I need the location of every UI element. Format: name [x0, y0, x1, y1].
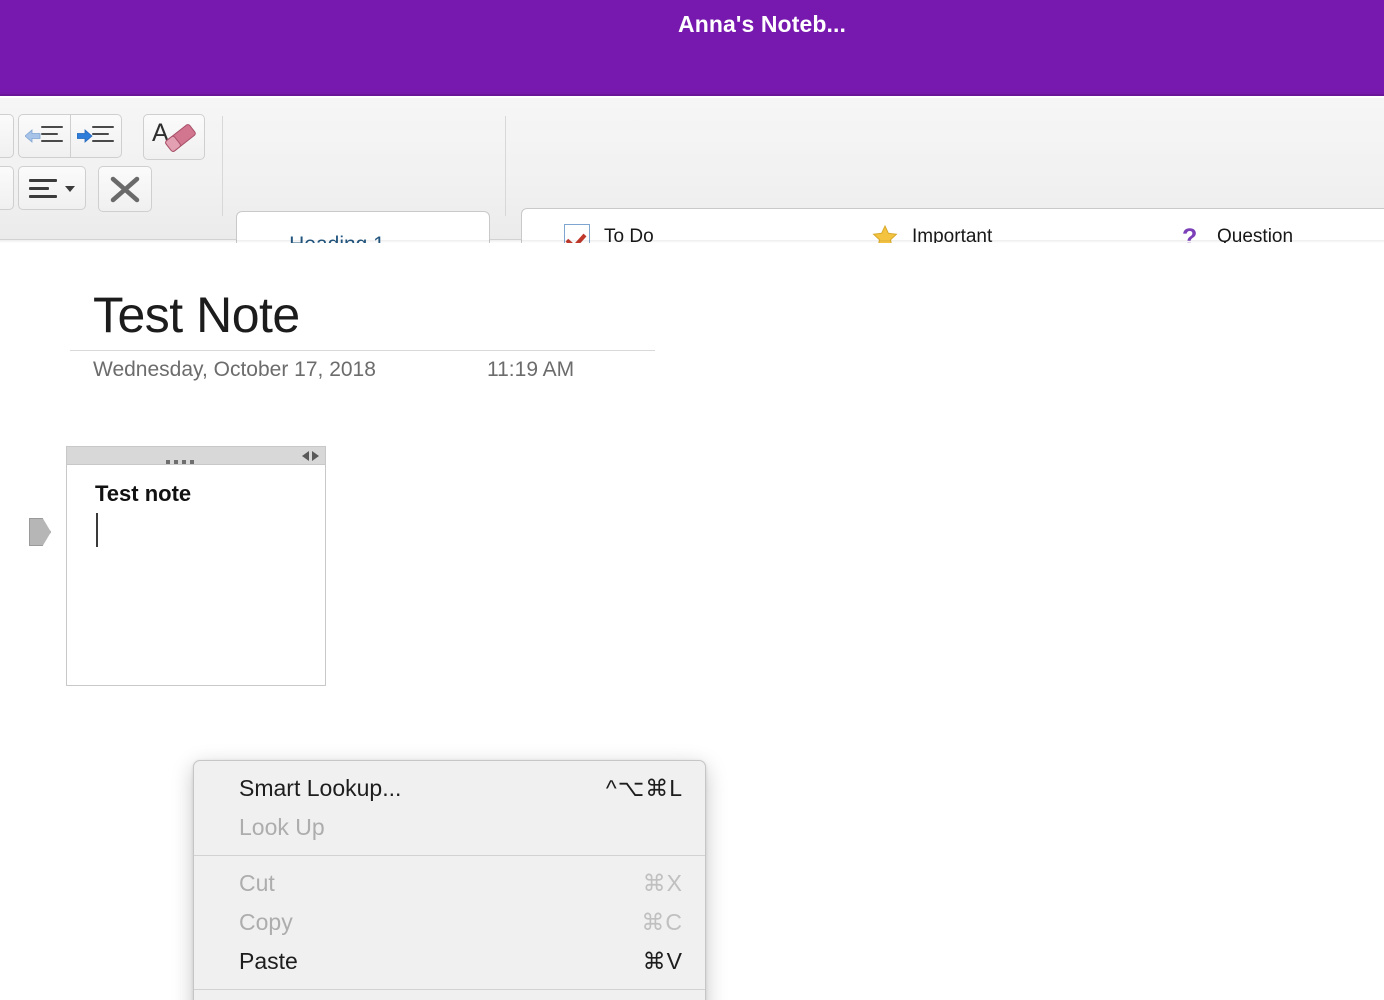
decrease-indent-button[interactable] [18, 114, 70, 158]
context-menu-item[interactable]: Smart Lookup... ^⌥⌘L [194, 769, 705, 808]
clear-formatting-button[interactable]: A [143, 114, 205, 160]
context-menu-item: Look Up [194, 808, 705, 847]
context-menu-item-label: Smart Lookup... [239, 775, 402, 801]
drag-dots-icon [67, 453, 293, 471]
increase-indent-button[interactable] [70, 114, 122, 158]
context-menu-body: Smart Lookup... ^⌥⌘L Look Up Cut ⌘X Copy ⌘C Pas… [194, 769, 705, 1000]
context-menu-separator [194, 855, 705, 856]
indent-lines-glyph [41, 126, 63, 147]
onenote-window: Anna's Noteb... A To Do Important ? Ques… [0, 0, 1384, 1000]
context-menu-item-label: Copy [239, 909, 293, 935]
arrow-left-icon [302, 451, 309, 461]
context-menu-item[interactable]: Paste ⌘V [194, 942, 705, 981]
indent-lines-glyph [92, 126, 114, 147]
title-divider [70, 350, 655, 351]
ribbon-separator-2 [505, 116, 506, 216]
text-cursor [96, 513, 98, 547]
page-title[interactable]: Test Note [93, 286, 300, 344]
context-menu-item-shortcut: ^⌥⌘L [605, 775, 683, 801]
note-body-text[interactable]: Test note [95, 481, 191, 507]
context-menu-item-shortcut: ⌘X [642, 870, 683, 896]
title-bar: Anna's Noteb... [0, 0, 1384, 96]
page-time[interactable]: 11:19 AM [487, 358, 574, 382]
context-menu[interactable]: Smart Lookup... ^⌥⌘L Look Up Cut ⌘X Copy ⌘C Pas… [193, 760, 706, 1000]
remove-formatting-button[interactable] [98, 166, 152, 212]
decrease-indent-icon [25, 129, 41, 143]
notebook-title: Anna's Noteb... [678, 11, 846, 37]
page-canvas[interactable]: Test Note Wednesday, October 17, 2018 11… [0, 243, 1384, 1000]
context-menu-separator [194, 989, 705, 990]
paragraph-alignment-button[interactable] [18, 166, 86, 210]
align-left-icon [29, 179, 57, 203]
ribbon-edge-button-bottom[interactable] [0, 166, 14, 210]
left-right-arrows-icon[interactable] [302, 451, 319, 461]
context-menu-item-label: Look Up [239, 814, 325, 840]
note-move-handle[interactable] [67, 447, 325, 465]
page-date[interactable]: Wednesday, October 17, 2018 [93, 358, 376, 382]
increase-indent-icon [77, 129, 93, 143]
x-icon [110, 176, 140, 203]
clear-formatting-icon: A [152, 119, 196, 152]
collapse-arrow-icon[interactable] [29, 518, 51, 546]
context-menu-item-label: Cut [239, 870, 275, 896]
ribbon-edge-button-top[interactable] [0, 114, 14, 158]
note-container[interactable]: Test note [66, 446, 326, 686]
context-menu-item: Cut ⌘X [194, 864, 705, 903]
context-menu-item-shortcut: ⌘V [642, 948, 683, 974]
chevron-down-icon [65, 186, 75, 192]
arrow-right-icon [312, 451, 319, 461]
ribbon-separator-1 [222, 116, 223, 216]
context-menu-item-shortcut: ⌘C [641, 909, 683, 935]
context-menu-item-label: Paste [239, 948, 298, 974]
context-menu-item: Copy ⌘C [194, 903, 705, 942]
ribbon-toolbar: A Heading 1 Heading 2 [0, 98, 1384, 326]
